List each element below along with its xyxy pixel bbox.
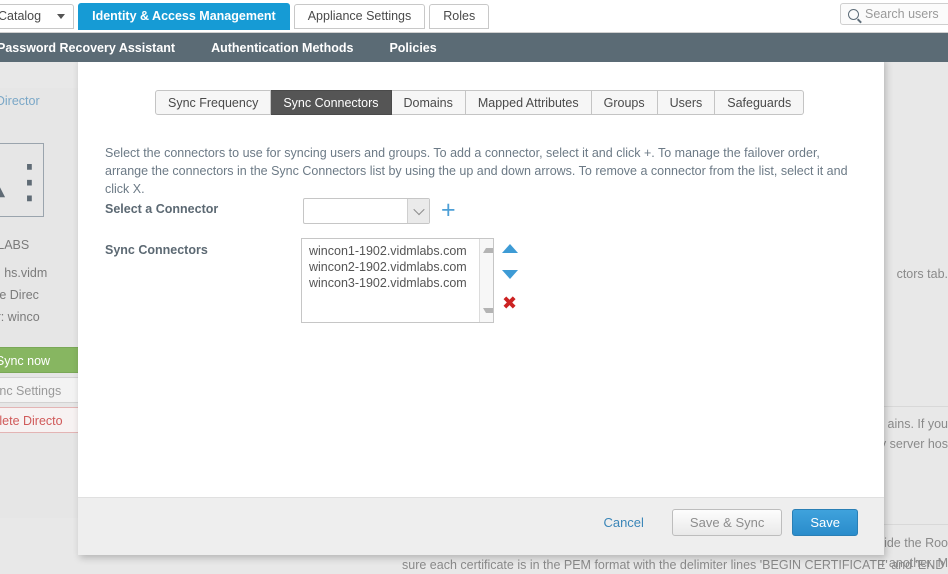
tab-appliance-settings[interactable]: Appliance Settings: [293, 4, 426, 29]
modal-footer: Cancel Save & Sync Save: [78, 497, 884, 555]
sync-connectors-items: wincon1-1902.vidmlabs.com wincon2-1902.v…: [309, 243, 467, 291]
sync-connectors-listbox[interactable]: wincon1-1902.vidmlabs.com wincon2-1902.v…: [301, 238, 494, 323]
app-root: ck to Director Ѧ⋮ VIDMLABS ain(s): hs.vi…: [0, 0, 948, 574]
delete-directory-button[interactable]: Delete Directo: [0, 407, 80, 433]
search-icon: [848, 8, 859, 20]
subnav-item-password-recovery-assistant[interactable]: Password Recovery Assistant: [0, 41, 193, 55]
list-item[interactable]: wincon3-1902.vidmlabs.com: [309, 275, 467, 291]
list-item[interactable]: wincon2-1902.vidmlabs.com: [309, 259, 467, 275]
chevron-down-icon[interactable]: [57, 14, 66, 19]
move-down-icon[interactable]: [502, 270, 518, 279]
scroll-down-icon[interactable]: [483, 308, 493, 318]
remove-connector-icon[interactable]: ✖: [502, 295, 518, 313]
secondary-navigation-bar: Password Recovery Assistant Authenticati…: [0, 33, 948, 62]
move-up-icon[interactable]: [502, 244, 518, 253]
background-text-2: ains. If you: [887, 417, 948, 431]
cancel-button[interactable]: Cancel: [603, 515, 643, 530]
select-connector-dropdown[interactable]: [303, 198, 430, 224]
tab-mapped-attributes[interactable]: Mapped Attributes: [465, 90, 592, 115]
tab-safeguards[interactable]: Safeguards: [715, 90, 805, 115]
background-text-1: ctors tab.: [896, 267, 948, 281]
tab-catalog-label: Catalog: [0, 9, 42, 23]
background-panel-1: [882, 62, 948, 402]
tab-users[interactable]: Users: [657, 90, 716, 115]
subnav-item-policies[interactable]: Policies: [371, 41, 454, 55]
tab-identity-access-management[interactable]: Identity & Access Management: [78, 3, 290, 30]
directory-name: VIDMLABS: [0, 238, 30, 252]
select-connector-label: Select a Connector: [105, 202, 219, 216]
back-to-directories-link[interactable]: ck to Director: [0, 94, 40, 108]
sync-now-button[interactable]: Sync now: [0, 347, 80, 373]
top-tab-list: Catalog Identity & Access Management App…: [0, 3, 493, 30]
background-divider-2: [882, 524, 948, 525]
directory-domains: ain(s): hs.vidm: [0, 266, 48, 280]
tab-catalog[interactable]: Catalog: [0, 4, 75, 29]
tab-roles[interactable]: Roles: [429, 4, 490, 29]
directory-icon: Ѧ⋮: [0, 143, 52, 217]
listbox-scrollbar[interactable]: [479, 239, 493, 322]
save-and-sync-button[interactable]: Save & Sync: [671, 509, 783, 536]
save-button[interactable]: Save: [792, 509, 858, 536]
chevron-down-icon[interactable]: [407, 199, 429, 223]
top-navigation-bar: Catalog Identity & Access Management App…: [0, 0, 948, 33]
background-text-4: vide the Roo: [877, 536, 948, 550]
background-text-3: y server hos: [879, 437, 948, 451]
directory-type: : Active Direc: [0, 288, 39, 302]
tab-sync-frequency[interactable]: Sync Frequency: [155, 90, 272, 115]
background-divider-1: [882, 406, 948, 407]
background-bottom-text: sure each certificate is in the PEM form…: [402, 558, 945, 572]
modal-body: Sync Frequency Sync Connectors Domains M…: [78, 58, 884, 498]
sync-settings-button[interactable]: Sync Settings: [0, 377, 80, 403]
sync-connectors-label: Sync Connectors: [105, 243, 208, 257]
add-connector-icon[interactable]: +: [441, 198, 456, 223]
list-item[interactable]: wincon1-1902.vidmlabs.com: [309, 243, 467, 259]
instructions-text: Select the connectors to use for syncing…: [105, 146, 848, 196]
search-placeholder: Search users: [865, 7, 939, 21]
tab-groups[interactable]: Groups: [591, 90, 658, 115]
search-users-input[interactable]: Search users: [840, 3, 948, 25]
directory-glyph: Ѧ⋮: [0, 154, 54, 208]
tab-domains[interactable]: Domains: [391, 90, 466, 115]
directory-connector: nector: winco: [0, 310, 40, 324]
sync-settings-modal: Sync Frequency Sync Connectors Domains M…: [78, 58, 884, 555]
modal-tab-list: Sync Frequency Sync Connectors Domains M…: [155, 90, 805, 115]
subnav-item-authentication-methods[interactable]: Authentication Methods: [193, 41, 371, 55]
scroll-up-icon[interactable]: [483, 243, 493, 253]
connector-order-controls: ✖: [502, 244, 518, 313]
tab-sync-connectors[interactable]: Sync Connectors: [271, 90, 392, 115]
